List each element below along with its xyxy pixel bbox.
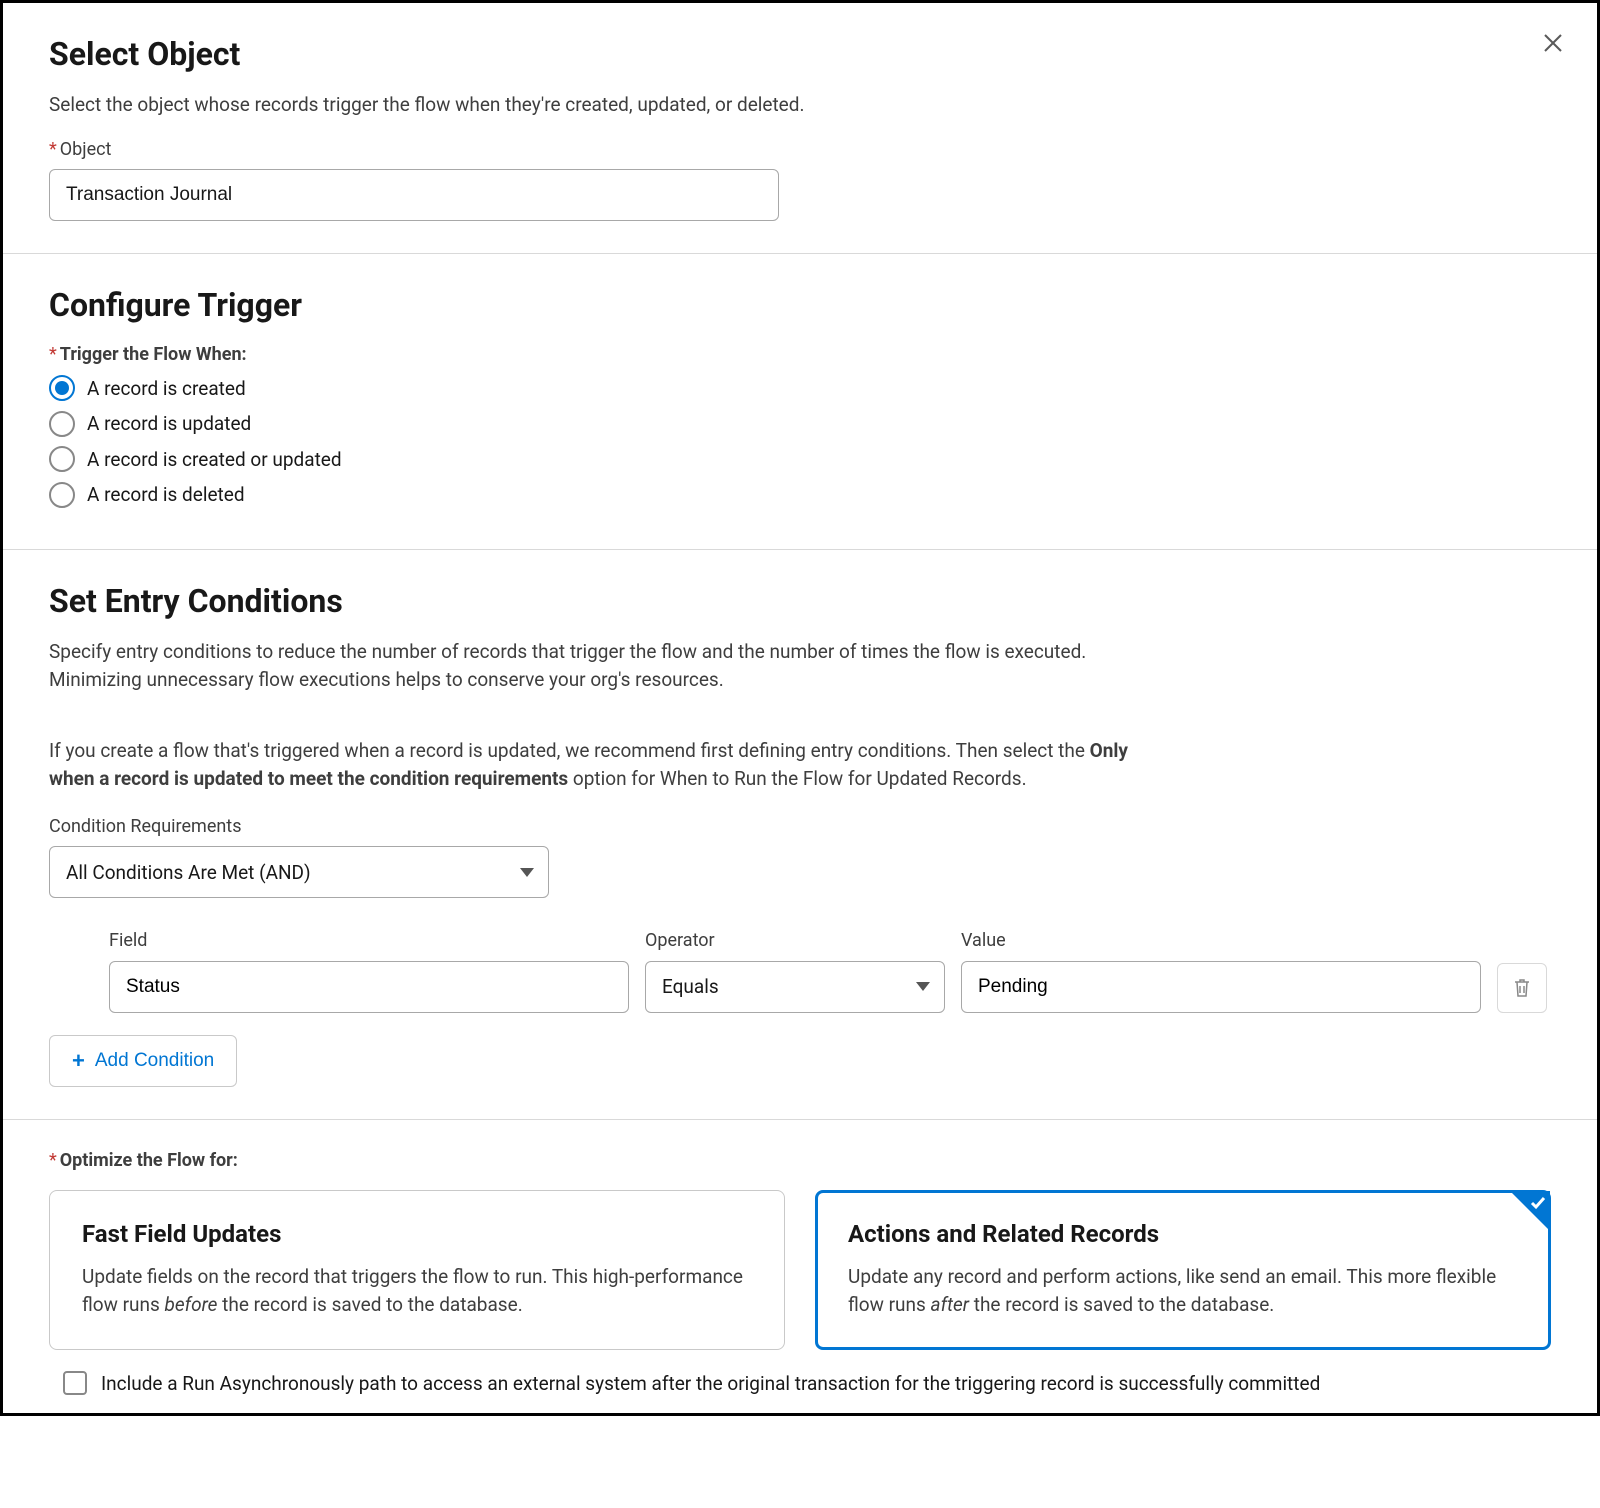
section-entry-conditions: Set Entry Conditions Specify entry condi… (3, 550, 1597, 1120)
section-configure-trigger: Configure Trigger *Trigger the Flow When… (3, 254, 1597, 550)
card-fast-field-updates[interactable]: Fast Field Updates Update fields on the … (49, 1190, 785, 1350)
object-label: *Object (49, 137, 1551, 163)
condition-requirements-select[interactable]: All Conditions Are Met (AND) (49, 846, 549, 898)
plus-icon: + (72, 1048, 85, 1074)
radio-record-created[interactable]: A record is created (49, 375, 1551, 403)
trash-icon (1512, 977, 1532, 999)
section-optimize: *Optimize the Flow for: Fast Field Updat… (3, 1120, 1597, 1414)
condition-value-input[interactable] (961, 961, 1481, 1013)
async-checkbox-row[interactable]: Include a Run Asynchronously path to acc… (49, 1370, 1551, 1398)
close-icon (1543, 33, 1563, 53)
radio-record-updated[interactable]: A record is updated (49, 410, 1551, 438)
entry-conditions-desc1: Specify entry conditions to reduce the n… (49, 638, 1169, 693)
optimize-cards: Fast Field Updates Update fields on the … (49, 1190, 1551, 1350)
condition-field-col: Field (109, 928, 629, 1012)
radio-icon (49, 411, 75, 437)
add-condition-button[interactable]: + Add Condition (49, 1035, 237, 1087)
optimize-label: *Optimize the Flow for: (49, 1148, 1551, 1174)
condition-requirements-label: Condition Requirements (49, 814, 1551, 840)
select-object-desc: Select the object whose records trigger … (49, 91, 869, 119)
condition-operator-col: Operator Equals (645, 928, 945, 1012)
condition-operator-select[interactable]: Equals (645, 961, 945, 1013)
condition-field-input[interactable] (109, 961, 629, 1013)
trigger-radio-group: A record is created A record is updated … (49, 375, 1551, 509)
delete-condition-button[interactable] (1497, 963, 1547, 1013)
checkbox-icon[interactable] (63, 1371, 87, 1395)
radio-icon (49, 482, 75, 508)
configure-start-modal: Select Object Select the object whose re… (0, 0, 1600, 1416)
radio-icon (49, 446, 75, 472)
entry-conditions-desc2: If you create a flow that's triggered wh… (49, 737, 1169, 792)
condition-value-col: Value (961, 928, 1481, 1012)
close-button[interactable] (1537, 27, 1569, 59)
chevron-down-icon (916, 982, 930, 991)
selected-indicator (1510, 1191, 1550, 1231)
chevron-down-icon (520, 868, 534, 877)
radio-icon (49, 375, 75, 401)
required-asterisk: * (49, 139, 57, 160)
required-asterisk: * (49, 344, 57, 365)
configure-trigger-title: Configure Trigger (49, 282, 1551, 328)
card-actions-related-records[interactable]: Actions and Related Records Update any r… (815, 1190, 1551, 1350)
required-asterisk: * (49, 1150, 57, 1171)
select-object-title: Select Object (49, 31, 1551, 77)
section-select-object: Select Object Select the object whose re… (3, 3, 1597, 254)
condition-row: Field Operator Equals Value (49, 928, 1551, 1012)
check-icon (1530, 1195, 1546, 1211)
radio-record-deleted[interactable]: A record is deleted (49, 481, 1551, 509)
trigger-when-label: *Trigger the Flow When: (49, 342, 1551, 368)
object-input[interactable] (49, 169, 779, 221)
radio-record-created-or-updated[interactable]: A record is created or updated (49, 446, 1551, 474)
entry-conditions-title: Set Entry Conditions (49, 578, 1551, 624)
